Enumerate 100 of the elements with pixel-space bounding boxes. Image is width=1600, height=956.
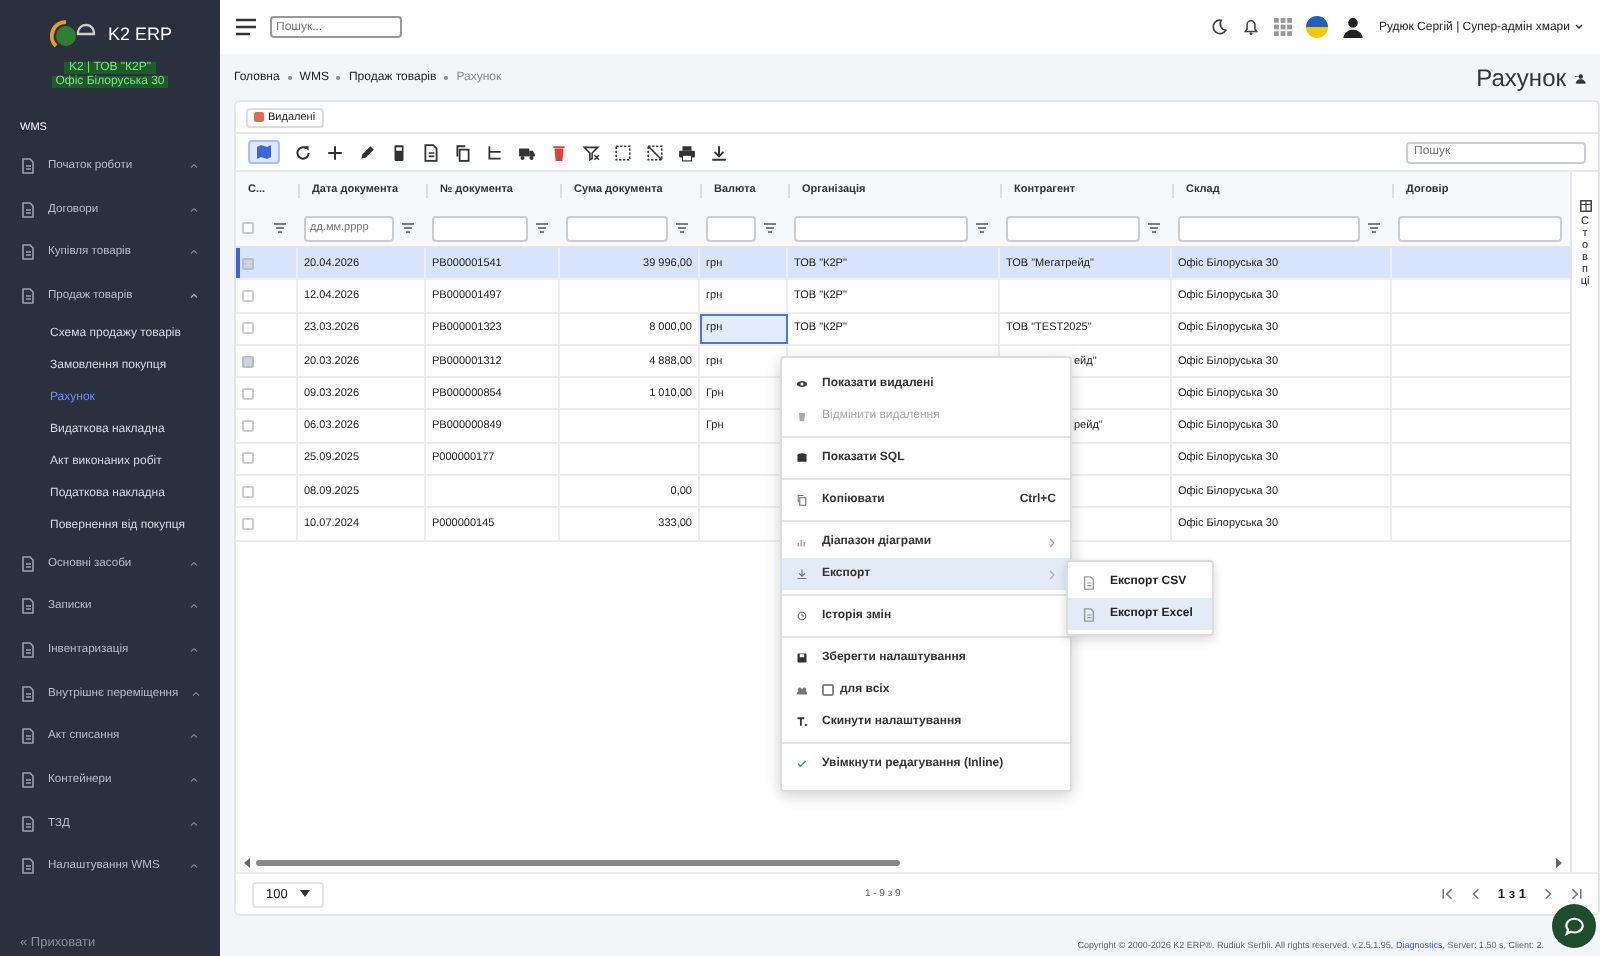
document-icon — [20, 772, 36, 789]
document-icon — [20, 858, 36, 875]
file-icon — [1082, 607, 1096, 621]
filter-icon[interactable] — [1146, 220, 1162, 236]
add-icon[interactable] — [326, 143, 344, 161]
trash-icon[interactable] — [550, 143, 568, 161]
select-all-icon[interactable] — [614, 143, 632, 161]
column-filter-field[interactable] — [706, 215, 756, 241]
caret-icon — [188, 860, 200, 873]
bell-icon[interactable] — [1242, 18, 1261, 36]
document-icon — [20, 201, 36, 218]
select-all-checkbox[interactable] — [242, 222, 254, 234]
document-icon — [20, 641, 36, 658]
truck-icon[interactable] — [518, 143, 536, 161]
filter-icon[interactable] — [400, 220, 416, 236]
printer-icon[interactable] — [678, 143, 696, 161]
row-checkbox[interactable] — [242, 452, 254, 465]
filter-icon[interactable] — [272, 220, 288, 236]
column-filter-field[interactable] — [1398, 215, 1562, 241]
caret-icon — [188, 289, 200, 302]
scrollbar-thumb[interactable] — [256, 860, 900, 866]
flag-icon[interactable] — [1306, 16, 1329, 38]
filter-icon[interactable] — [1366, 220, 1382, 236]
text-format-icon — [796, 716, 808, 728]
copy-icon[interactable] — [454, 143, 472, 161]
page-title: Рахунок — [1476, 63, 1566, 91]
row-checkbox[interactable] — [242, 322, 254, 335]
caret-icon — [188, 730, 200, 743]
document-icon — [20, 244, 36, 261]
map-icon — [256, 144, 272, 160]
column-filter-field[interactable] — [1006, 215, 1140, 241]
file-icon — [1082, 575, 1096, 589]
filter-icon[interactable] — [762, 220, 778, 236]
clear-filter-icon[interactable] — [582, 143, 600, 161]
row-checkbox[interactable] — [242, 420, 254, 433]
user-add-icon[interactable] — [1574, 71, 1586, 83]
row-checkbox[interactable] — [242, 289, 254, 302]
columns-icon — [1579, 200, 1591, 212]
caret-icon — [188, 643, 200, 656]
document-icon — [20, 598, 36, 615]
caret-icon — [299, 890, 310, 898]
document-icon — [20, 815, 36, 832]
last-page-icon[interactable] — [1570, 888, 1582, 900]
row-checkbox[interactable] — [242, 355, 254, 368]
scroll-left-icon[interactable] — [244, 858, 252, 868]
document-icon[interactable] — [422, 143, 440, 161]
user-icon[interactable] — [1342, 16, 1365, 38]
history-icon — [796, 610, 808, 622]
caret-icon — [188, 246, 200, 259]
refresh-icon[interactable] — [294, 143, 312, 161]
document-icon — [20, 555, 36, 572]
trash-icon — [796, 410, 808, 422]
download-icon[interactable] — [710, 143, 728, 161]
filter-icon[interactable] — [534, 220, 550, 236]
eye-icon — [796, 378, 808, 390]
deselect-icon[interactable] — [646, 143, 664, 161]
chart-icon — [796, 536, 808, 548]
download-icon — [796, 568, 808, 580]
caret-icon — [1574, 22, 1584, 32]
logo-icon — [47, 18, 100, 50]
users-icon — [796, 684, 808, 696]
column-filter-field[interactable] — [794, 215, 968, 241]
menu-icon[interactable] — [236, 18, 256, 36]
apps-grid-icon[interactable] — [1274, 18, 1293, 36]
previous-page-icon[interactable] — [1469, 888, 1482, 900]
filter-icon[interactable] — [974, 220, 990, 236]
document-icon — [20, 685, 36, 702]
scroll-right-icon[interactable] — [1554, 858, 1562, 868]
row-checkbox[interactable] — [242, 257, 254, 270]
column-filter-field[interactable] — [1178, 215, 1360, 241]
database-icon — [796, 452, 808, 464]
filter-icon[interactable] — [674, 220, 690, 236]
caret-icon — [188, 774, 200, 787]
column-filter-field[interactable] — [566, 215, 668, 241]
checkbox[interactable] — [822, 684, 834, 696]
check-icon — [796, 758, 808, 770]
caret-icon — [188, 817, 200, 830]
brand-name: K2 ERP — [107, 24, 172, 44]
document-icon — [20, 157, 36, 174]
caret-icon — [188, 557, 200, 570]
pencil-icon[interactable] — [358, 143, 376, 161]
document-icon — [20, 287, 36, 304]
caret-icon — [188, 159, 200, 172]
first-page-icon[interactable] — [1441, 888, 1454, 900]
caret-icon — [190, 687, 203, 700]
row-checkbox[interactable] — [242, 518, 254, 531]
chat-icon — [1563, 915, 1585, 937]
document-icon — [20, 728, 36, 745]
hierarchy-icon[interactable] — [486, 143, 504, 161]
column-filter-field[interactable] — [432, 215, 528, 241]
calculator-icon[interactable] — [390, 143, 408, 161]
floppy-disk-icon — [796, 652, 808, 664]
next-page-icon[interactable] — [1542, 888, 1554, 900]
moon-icon[interactable] — [1210, 18, 1229, 36]
caret-icon — [188, 600, 200, 613]
row-checkbox[interactable] — [242, 387, 254, 400]
row-checkbox[interactable] — [242, 485, 254, 498]
caret-icon — [188, 203, 200, 216]
copy-icon — [796, 494, 808, 506]
view-toggle-button[interactable] — [248, 140, 280, 164]
